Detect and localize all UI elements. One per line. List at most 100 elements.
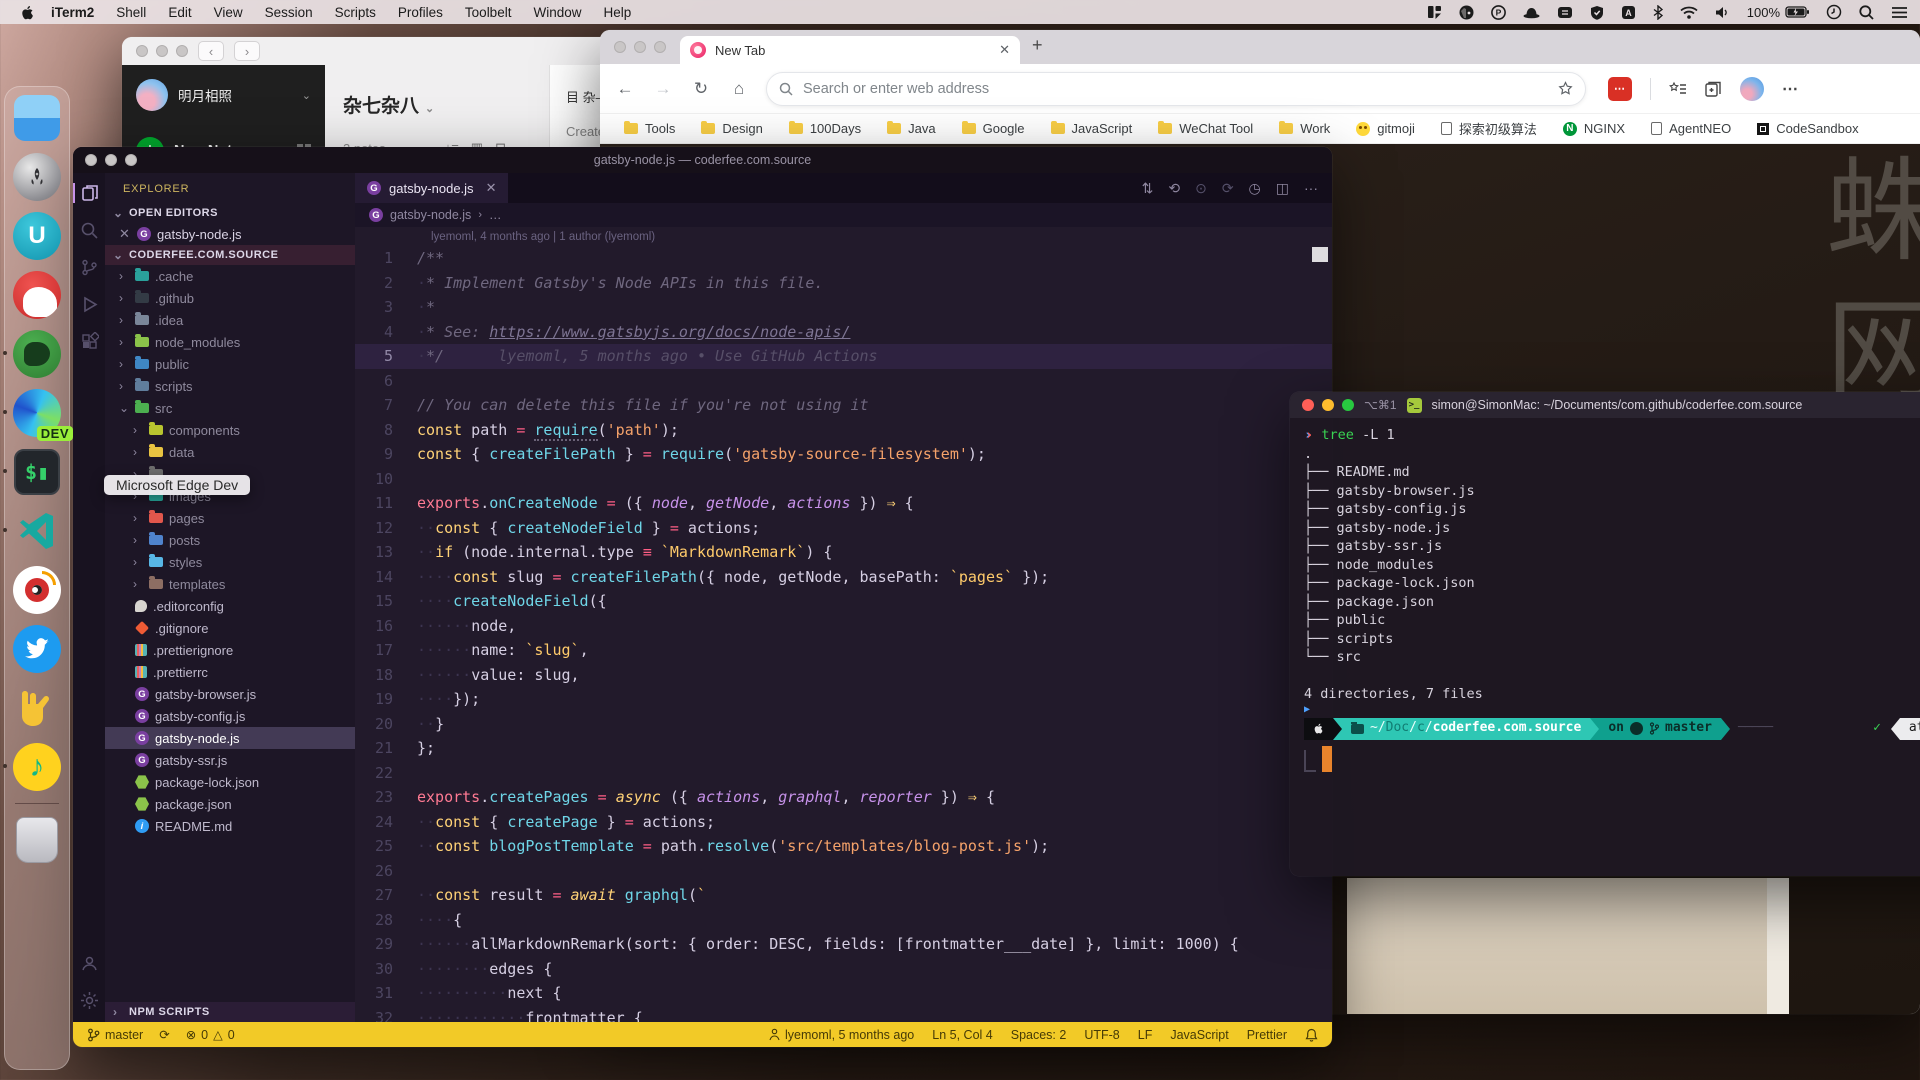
minimize-icon[interactable] xyxy=(1322,399,1334,411)
tree-item-gatsby-ssr.js[interactable]: Ggatsby-ssr.js xyxy=(105,749,355,771)
menubar-menu-edit[interactable]: Edit xyxy=(168,5,191,20)
tree-item-.prettierignore[interactable]: .prettierignore xyxy=(105,639,355,661)
run-debug-icon[interactable] xyxy=(73,295,105,314)
close-icon[interactable] xyxy=(614,41,626,53)
minimap-slider[interactable] xyxy=(1312,247,1328,262)
tree-item-gatsby-config.js[interactable]: Ggatsby-config.js xyxy=(105,705,355,727)
spotlight-search-icon[interactable] xyxy=(1859,5,1874,20)
tree-item-.cache[interactable]: ›.cache xyxy=(105,265,355,287)
indentation-indicator[interactable]: Spaces: 2 xyxy=(1011,1028,1067,1042)
settings-gear-icon[interactable] xyxy=(73,991,105,1010)
home-icon[interactable]: ⌂ xyxy=(728,79,750,99)
bookmark-javascript[interactable]: JavaScript xyxy=(1051,121,1133,136)
terminal-body[interactable]: ›› tree -L 1 .├── README.md├── gatsby-br… xyxy=(1290,418,1920,780)
account-icon[interactable] xyxy=(73,954,105,973)
forward-icon[interactable]: → xyxy=(652,79,674,99)
tree-item-.gitignore[interactable]: .gitignore xyxy=(105,617,355,639)
bookmark-google[interactable]: Google xyxy=(962,121,1025,136)
dock-item-iterm[interactable]: $▮ xyxy=(12,447,62,497)
browser-tab[interactable]: New Tab ✕ xyxy=(680,36,1020,64)
tree-item-src[interactable]: ⌄src xyxy=(105,397,355,419)
dock-item-finder[interactable] xyxy=(12,93,62,143)
menubar-menu-scripts[interactable]: Scripts xyxy=(335,5,376,20)
tree-item-gatsby-node.js[interactable]: Ggatsby-node.js xyxy=(105,727,355,749)
dock-item-edge-dev[interactable]: DEV xyxy=(12,388,62,438)
bookmark-tools[interactable]: Tools xyxy=(624,121,675,136)
navigate-forward-icon[interactable]: ⟳ xyxy=(1222,180,1234,197)
tree-item-package-lock.json[interactable]: package-lock.json xyxy=(105,771,355,793)
menu-list-icon[interactable] xyxy=(1891,6,1908,19)
tree-item-styles[interactable]: ›styles xyxy=(105,551,355,573)
active-app-name[interactable]: iTerm2 xyxy=(51,5,94,20)
close-icon[interactable] xyxy=(136,45,148,57)
tree-item-.github[interactable]: ›.github xyxy=(105,287,355,309)
dock-item-trash[interactable] xyxy=(12,815,62,865)
open-editor-item[interactable]: ✕ G gatsby-node.js xyxy=(105,223,355,245)
codelens-annotation[interactable]: lyemoml, 4 months ago | 1 author (lyemom… xyxy=(431,227,1332,246)
extensions-icon[interactable] xyxy=(73,332,105,351)
bookmark-100days[interactable]: 100Days xyxy=(789,121,861,136)
minimize-icon[interactable] xyxy=(156,45,168,57)
tree-item-README.md[interactable]: iREADME.md xyxy=(105,815,355,837)
minimize-icon[interactable] xyxy=(634,41,646,53)
profile-avatar[interactable] xyxy=(1740,77,1764,101)
timeline-icon[interactable]: ◷ xyxy=(1249,180,1261,197)
sidecar-icon[interactable] xyxy=(1557,6,1573,19)
more-actions-icon[interactable]: ··· xyxy=(1304,180,1318,196)
notes-forward-button[interactable]: › xyxy=(234,41,260,61)
close-icon[interactable]: ✕ xyxy=(119,226,131,242)
back-icon[interactable]: ← xyxy=(614,79,636,99)
eol-indicator[interactable]: LF xyxy=(1138,1028,1153,1042)
tree-item-data[interactable]: ›data xyxy=(105,441,355,463)
menubar-menu-session[interactable]: Session xyxy=(265,5,313,20)
input-source-a-icon[interactable]: A xyxy=(1621,5,1636,20)
dock-item-love-you-gesture[interactable] xyxy=(12,683,62,733)
apple-menu-icon[interactable] xyxy=(20,5,35,20)
tree-item-scripts[interactable]: ›scripts xyxy=(105,375,355,397)
dock-item-utools[interactable]: U xyxy=(12,211,62,261)
code-editor[interactable]: lyemoml, 4 months ago | 1 author (lyemom… xyxy=(355,227,1332,1022)
menubar-menu-profiles[interactable]: Profiles xyxy=(398,5,443,20)
more-menu-icon[interactable]: ⋯ xyxy=(1782,79,1798,99)
formatter-indicator[interactable]: Prettier xyxy=(1247,1028,1287,1042)
dock-item-evernote[interactable] xyxy=(12,329,62,379)
tree-item-package.json[interactable]: package.json xyxy=(105,793,355,815)
tree-item-components[interactable]: ›components xyxy=(105,419,355,441)
npm-scripts-header[interactable]: ›NPM SCRIPTS xyxy=(105,1002,355,1022)
volume-icon[interactable] xyxy=(1715,6,1730,19)
tree-item-.idea[interactable]: ›.idea xyxy=(105,309,355,331)
favorites-list-icon[interactable] xyxy=(1669,81,1687,97)
reload-icon[interactable]: ↻ xyxy=(690,79,712,99)
restore-icon[interactable] xyxy=(1826,4,1842,20)
bookmark-design[interactable]: Design xyxy=(701,121,762,136)
close-tab-icon[interactable]: ✕ xyxy=(999,42,1010,58)
terminal-titlebar[interactable]: ⌥⌘1 >_ simon@SimonMac: ~/Documents/com.g… xyxy=(1290,392,1920,418)
bookmark-nginx[interactable]: NNGINX xyxy=(1563,121,1625,136)
close-tab-icon[interactable]: ✕ xyxy=(486,180,497,196)
bookmark-gitmoji[interactable]: gitmoji xyxy=(1356,121,1415,136)
cursor-position[interactable]: Ln 5, Col 4 xyxy=(932,1028,992,1042)
tree-item-templates[interactable]: ›templates xyxy=(105,573,355,595)
dock-item-twitter[interactable] xyxy=(12,624,62,674)
bookmark-work[interactable]: Work xyxy=(1279,121,1330,136)
menubar-menu-toolbelt[interactable]: Toolbelt xyxy=(465,5,512,20)
notebook-title[interactable]: 杂七杂八⌄ xyxy=(343,91,531,118)
problems-indicator[interactable]: ⊗0 △0 xyxy=(186,1027,235,1042)
source-control-icon[interactable] xyxy=(73,258,105,277)
new-tab-button[interactable]: + xyxy=(1032,35,1043,56)
favorite-star-icon[interactable] xyxy=(1558,81,1573,96)
menubar-menu-help[interactable]: Help xyxy=(603,5,631,20)
dock-item-qqmusic[interactable]: ♪ xyxy=(12,742,62,792)
navigate-previous-icon[interactable]: ⊙ xyxy=(1195,180,1207,197)
bookmark-agentneo[interactable]: AgentNEO xyxy=(1651,121,1731,136)
bookmark-探索初级算法[interactable]: 探索初级算法 xyxy=(1441,119,1537,138)
git-branch-indicator[interactable]: master xyxy=(87,1028,143,1042)
breadcrumb[interactable]: G gatsby-node.js › … xyxy=(355,203,1332,227)
zoom-icon[interactable] xyxy=(176,45,188,57)
address-bar[interactable]: Search or enter web address xyxy=(766,72,1586,106)
editor-tab[interactable]: G gatsby-node.js ✕ xyxy=(355,173,508,203)
language-indicator[interactable]: JavaScript xyxy=(1170,1028,1228,1042)
tree-item-.editorconfig[interactable]: .editorconfig xyxy=(105,595,355,617)
bookmark-codesandbox[interactable]: CodeSandbox xyxy=(1757,121,1858,136)
navigate-back-icon[interactable]: ⟲ xyxy=(1168,180,1180,197)
